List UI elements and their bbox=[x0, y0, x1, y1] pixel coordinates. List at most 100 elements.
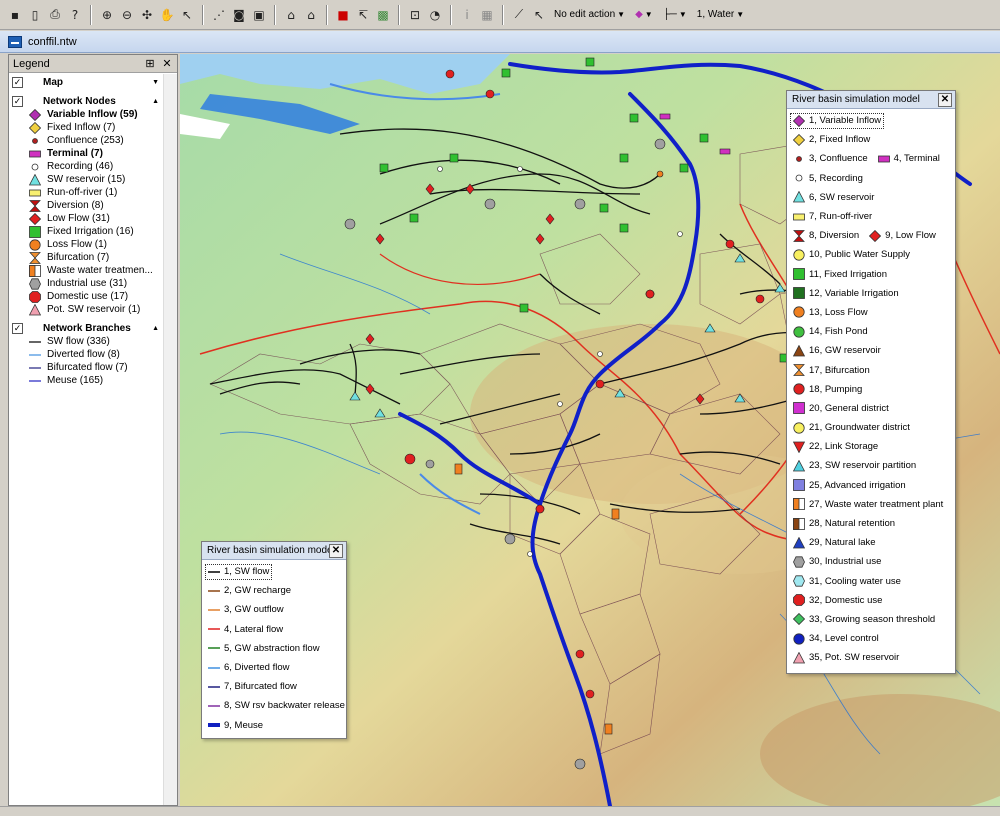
new-icon[interactable]: ▯ bbox=[26, 6, 44, 24]
node-type-item[interactable]: 22, Link Storage bbox=[791, 440, 880, 454]
node-type-item[interactable]: 30, Industrial use bbox=[791, 555, 883, 569]
zoom-window-icon[interactable]: ◙ bbox=[230, 6, 248, 24]
node-type-item[interactable]: 35, Pot. SW reservoir bbox=[791, 651, 901, 665]
close-icon[interactable]: ✕ bbox=[938, 92, 952, 107]
node-tool-icon[interactable]: ⋰ bbox=[210, 6, 228, 24]
node-type-item[interactable]: 18, Pumping bbox=[791, 382, 864, 396]
layer-checkbox[interactable]: ✓ bbox=[12, 323, 23, 334]
flag-icon[interactable]: ■ bbox=[334, 6, 352, 24]
branch-type-dropdown[interactable]: ├─ ▼ bbox=[659, 9, 691, 20]
confluence-icon bbox=[29, 135, 41, 146]
branch-type-item[interactable]: 6, Diverted flow bbox=[206, 658, 342, 677]
legend-item-label: Meuse (165) bbox=[47, 375, 104, 386]
node-type-item[interactable]: 10, Public Water Supply bbox=[791, 248, 912, 262]
node-type-item[interactable]: 25, Advanced irrigation bbox=[791, 478, 908, 492]
node-type-item[interactable]: 27, Waste water treatment plant bbox=[791, 497, 945, 511]
info-icon[interactable]: i bbox=[458, 6, 476, 24]
select-icon[interactable]: ↖ bbox=[178, 6, 196, 24]
zoom-full-icon[interactable]: ▣ bbox=[250, 6, 268, 24]
lock-icon[interactable]: ⌂ bbox=[282, 6, 300, 24]
node-type-item[interactable]: 28, Natural retention bbox=[791, 517, 897, 531]
node-type-item[interactable]: 32, Domestic use bbox=[791, 593, 884, 607]
sw-reservoir-icon bbox=[793, 191, 805, 203]
fixed-inflow-icon bbox=[793, 133, 805, 146]
node-type-item[interactable]: 17, Bifurcation bbox=[791, 363, 872, 377]
chevron-down-icon[interactable]: ▼ bbox=[152, 79, 159, 86]
print-icon[interactable]: ⎙ bbox=[46, 6, 64, 24]
node-type-item[interactable]: 12, Variable Irrigation bbox=[791, 286, 901, 300]
layer-dropdown[interactable]: 1, Water ▼ bbox=[693, 9, 748, 20]
help-icon[interactable]: ? bbox=[66, 6, 84, 24]
node-type-item[interactable]: 7, Run-off-river bbox=[791, 210, 874, 224]
node-type-list: 1, Variable Inflow 2, Fixed Inflow 3, Conf… bbox=[787, 109, 955, 669]
properties-icon[interactable]: ⊞ bbox=[143, 57, 157, 71]
zoom-out-icon[interactable]: ⊖ bbox=[118, 6, 136, 24]
node-type-item[interactable]: 16, GW reservoir bbox=[791, 344, 883, 358]
branch-type-item[interactable]: 5, GW abstraction flow bbox=[206, 639, 342, 658]
node-type-dropdown[interactable]: ◆ ▼ bbox=[631, 9, 657, 20]
branch-type-item[interactable]: 3, GW outflow bbox=[206, 600, 342, 619]
node-type-item[interactable]: 14, Fish Pond bbox=[791, 325, 870, 339]
map-icon[interactable]: ▩ bbox=[374, 6, 392, 24]
branch-type-item[interactable]: 2, GW recharge bbox=[206, 581, 342, 600]
node-type-item[interactable]: 29, Natural lake bbox=[791, 536, 878, 550]
node-type-label: 9, Low Flow bbox=[885, 230, 936, 242]
legend-scrollbar[interactable] bbox=[163, 74, 177, 805]
pointer-icon[interactable]: ↖ bbox=[530, 6, 548, 24]
node-type-item[interactable]: 8, Diversion bbox=[791, 229, 861, 243]
zoom-extent-icon[interactable]: ✣ bbox=[138, 6, 156, 24]
layer-checkbox[interactable]: ✓ bbox=[12, 77, 23, 88]
node-type-item[interactable]: 4, Terminal bbox=[876, 152, 942, 166]
node-type-item[interactable]: 34, Level control bbox=[791, 632, 881, 646]
screen-icon[interactable]: ⊡ bbox=[406, 6, 424, 24]
legend-group[interactable]: ✓ Network Branches ▲ bbox=[9, 322, 163, 335]
node-type-item[interactable]: 2, Fixed Inflow bbox=[791, 133, 872, 147]
node-type-label: 21, Groundwater district bbox=[809, 422, 910, 434]
layers-icon[interactable]: ◔ bbox=[426, 6, 444, 24]
node-types-window[interactable]: River basin simulation model ✕ 1, Variab… bbox=[786, 90, 956, 674]
node-type-item[interactable]: 1, Variable Inflow bbox=[789, 112, 885, 129]
unlock-icon[interactable]: ⌂ bbox=[302, 6, 320, 24]
node-type-item[interactable]: 9, Low Flow bbox=[867, 229, 938, 243]
node-type-row: 10, Public Water Supply bbox=[791, 245, 951, 264]
node-type-item[interactable]: 13, Loss Flow bbox=[791, 305, 870, 319]
branch-type-item[interactable]: 4, Lateral flow bbox=[206, 620, 342, 639]
branch-type-item[interactable]: 1, SW flow bbox=[204, 562, 342, 581]
document-tab[interactable]: conffil.ntw bbox=[0, 31, 1000, 53]
window-icon[interactable]: ▦ bbox=[478, 6, 496, 24]
branch-type-item[interactable]: 8, SW rsv backwater release bbox=[206, 696, 345, 715]
nodes-window-titlebar[interactable]: River basin simulation model ✕ bbox=[787, 91, 955, 109]
legend-group[interactable]: ✓ Map ▼ bbox=[9, 76, 163, 89]
node-type-item[interactable]: 23, SW reservoir partition bbox=[791, 459, 918, 473]
save-icon[interactable]: ▪ bbox=[6, 6, 24, 24]
branch-type-item[interactable]: 7, Bifurcated flow bbox=[206, 677, 342, 696]
legend-group[interactable]: ✓ Network Nodes ▲ bbox=[9, 95, 163, 108]
pan-icon[interactable]: ✋ bbox=[158, 6, 176, 24]
node-type-item[interactable]: 20, General district bbox=[791, 401, 891, 415]
layer-checkbox[interactable]: ✓ bbox=[12, 96, 23, 107]
branch-types-window[interactable]: River basin simulation mode ✕ 1, SW flow… bbox=[201, 541, 347, 739]
branch-window-titlebar[interactable]: River basin simulation mode ✕ bbox=[202, 542, 346, 560]
edit-action-dropdown[interactable]: No edit action ▼ bbox=[550, 9, 629, 20]
node-type-item[interactable]: 11, Fixed Irrigation bbox=[791, 267, 889, 281]
branch-type-item[interactable]: 9, Meuse bbox=[206, 716, 342, 735]
node-type-item[interactable]: 33, Growing season threshold bbox=[791, 612, 937, 626]
legend-item: Bifurcated flow (7) bbox=[9, 361, 163, 374]
node-type-item[interactable]: 6, SW reservoir bbox=[791, 190, 876, 204]
zoom-in-icon[interactable]: ⊕ bbox=[98, 6, 116, 24]
legend-item-label: Bifurcated flow (7) bbox=[47, 362, 128, 373]
node-type-item[interactable]: 21, Groundwater district bbox=[791, 421, 912, 435]
node-type-item[interactable]: 31, Cooling water use bbox=[791, 574, 903, 588]
node-type-row: 3, Confluence 4, Terminal bbox=[791, 149, 951, 168]
chevron-up-icon[interactable]: ▲ bbox=[152, 98, 159, 105]
edit-node-icon[interactable]: ↸ bbox=[354, 6, 372, 24]
node-type-item[interactable]: 5, Recording bbox=[791, 171, 865, 185]
low-flow-icon bbox=[29, 212, 41, 225]
node-type-item[interactable]: 3, Confluence bbox=[791, 152, 870, 166]
node-type-row: 23, SW reservoir partition bbox=[791, 456, 951, 475]
legend-title: Legend bbox=[13, 57, 50, 70]
branch-tool-icon[interactable]: ⟋ bbox=[510, 6, 528, 24]
close-icon[interactable]: ✕ bbox=[329, 543, 343, 558]
chevron-up-icon[interactable]: ▲ bbox=[152, 325, 159, 332]
close-icon[interactable]: ✕ bbox=[160, 57, 174, 71]
